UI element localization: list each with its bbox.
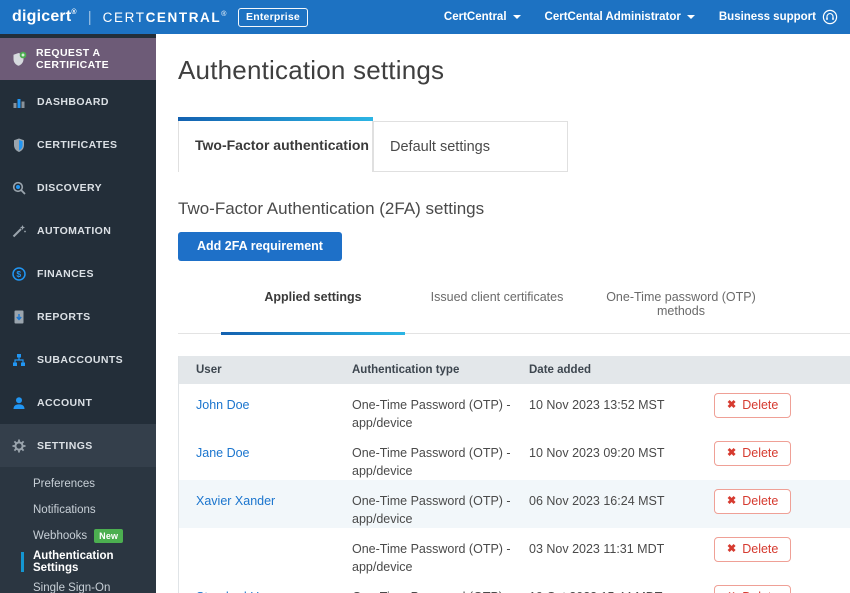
subtabs: Applied settings Issued client certifica…: [178, 290, 850, 334]
tab-two-factor-authentication[interactable]: Two-Factor authentication: [178, 117, 373, 172]
person-icon: [11, 395, 27, 411]
subtab-applied-settings[interactable]: Applied settings: [221, 290, 405, 333]
digicert-logo[interactable]: digicert® | CERTCENTRAL® Enterprise: [12, 8, 308, 27]
delete-button[interactable]: ✖Delete: [714, 441, 791, 466]
sidebar-item-label: REQUEST A CERTIFICATE: [36, 47, 156, 71]
main-content: Authentication settings Two-Factor authe…: [156, 34, 850, 593]
submenu-item-preferences[interactable]: Preferences: [0, 471, 156, 497]
user-link[interactable]: Xavier Xander: [196, 494, 275, 508]
x-icon: ✖: [727, 496, 736, 507]
date-added-cell: 06 Nov 2023 16:24 MST: [529, 480, 697, 510]
authentication-type-cell: One-Time Password (OTP) -app/device: [352, 528, 529, 576]
subtab-otp-methods[interactable]: One-Time password (OTP) methods: [589, 290, 773, 333]
submenu-item-single-sign-on[interactable]: Single Sign-On: [0, 575, 156, 593]
sidebar-item-label: DASHBOARD: [37, 96, 109, 108]
magnifier-icon: [11, 180, 27, 196]
authentication-type-cell: One-Time Password (OTP) -app/device: [352, 480, 529, 528]
dollar-circle-icon: $: [11, 266, 27, 282]
submenu-item-authentication-settings[interactable]: Authentication Settings: [0, 549, 156, 575]
tab-default-settings[interactable]: Default settings: [373, 121, 568, 172]
table-row: Standard User One-Time Password (OTP) -a…: [179, 576, 850, 593]
sidebar-item-automation[interactable]: AUTOMATION: [0, 209, 156, 252]
sidebar-item-finances[interactable]: $ FINANCES: [0, 252, 156, 295]
org-chart-icon: [11, 352, 27, 368]
user-link[interactable]: Jane Doe: [196, 446, 250, 460]
sidebar-item-label: FINANCES: [37, 268, 94, 280]
sidebar-item-account[interactable]: ACCOUNT: [0, 381, 156, 424]
subtab-issued-client-certificates[interactable]: Issued client certificates: [405, 290, 589, 333]
date-added-cell: 19 Oct 2023 15:44 MDT: [529, 576, 697, 593]
sidebar-item-discovery[interactable]: DISCOVERY: [0, 166, 156, 209]
user-link[interactable]: John Doe: [196, 398, 250, 412]
authentication-type-cell: One-Time Password (OTP) -app/device: [352, 576, 529, 593]
authentication-type-cell: One-Time Password (OTP) -app/device: [352, 384, 529, 432]
digicert-brand-text: digicert®: [12, 8, 77, 26]
table-row: One-Time Password (OTP) -app/device 03 N…: [179, 528, 850, 576]
enterprise-badge: Enterprise: [238, 8, 308, 27]
table-row: Jane Doe One-Time Password (OTP) -app/de…: [179, 432, 850, 480]
sidebar-item-label: CERTIFICATES: [37, 139, 117, 151]
registered-mark: ®: [71, 9, 76, 16]
sidebar-item-label: DISCOVERY: [37, 182, 102, 194]
x-icon: ✖: [727, 448, 736, 459]
submenu-item-notifications[interactable]: Notifications: [0, 497, 156, 523]
delete-button[interactable]: ✖Delete: [714, 585, 791, 593]
date-added-cell: 10 Nov 2023 13:52 MST: [529, 384, 697, 414]
shield-plus-icon: [11, 51, 27, 67]
administrator-menu[interactable]: CertCental Administrator: [545, 11, 695, 23]
certcentral-menu[interactable]: CertCentral: [444, 11, 521, 23]
sidebar-item-label: ACCOUNT: [37, 397, 92, 409]
date-added-cell: 10 Nov 2023 09:20 MST: [529, 432, 697, 462]
support-agent-icon: [822, 9, 838, 25]
sidebar-item-settings[interactable]: SETTINGS: [0, 424, 156, 467]
gear-icon: [11, 438, 27, 454]
sidebar: REQUEST A CERTIFICATE DASHBOARD CERTIFIC…: [0, 34, 156, 593]
page-title: Authentication settings: [178, 55, 850, 86]
top-tabs: Two-Factor authentication Default settin…: [178, 117, 850, 172]
x-icon: ✖: [727, 400, 736, 411]
section-heading-2fa-settings: Two-Factor Authentication (2FA) settings: [178, 199, 850, 219]
header-nav: CertCentral CertCental Administrator Bus…: [444, 9, 838, 25]
table-header-row: User Authentication type Date added: [179, 356, 850, 384]
submenu-item-webhooks[interactable]: Webhooks New: [0, 523, 156, 549]
logo-divider: |: [88, 9, 92, 26]
certcentral-page: digicert® | CERTCENTRAL® Enterprise Cert…: [0, 0, 850, 593]
sidebar-item-subaccounts[interactable]: SUBACCOUNTS: [0, 338, 156, 381]
new-badge: New: [94, 529, 123, 543]
sidebar-item-label: AUTOMATION: [37, 225, 111, 237]
svg-text:$: $: [16, 269, 21, 279]
table-row: Xavier Xander One-Time Password (OTP) -a…: [179, 480, 850, 528]
bar-chart-icon: [11, 94, 27, 110]
sidebar-item-label: REPORTS: [37, 311, 91, 323]
delete-button[interactable]: ✖Delete: [714, 393, 791, 418]
table-row: John Doe One-Time Password (OTP) -app/de…: [179, 384, 850, 432]
sidebar-item-reports[interactable]: REPORTS: [0, 295, 156, 338]
top-header-bar: digicert® | CERTCENTRAL® Enterprise Cert…: [0, 0, 850, 34]
column-header-user: User: [179, 364, 352, 376]
sidebar-item-label: SETTINGS: [37, 440, 93, 452]
sidebar-item-label: SUBACCOUNTS: [37, 354, 123, 366]
settings-submenu: Preferences Notifications Webhooks New A…: [0, 467, 156, 593]
add-2fa-requirement-button[interactable]: Add 2FA requirement: [178, 232, 342, 261]
column-header-date-added: Date added: [529, 364, 697, 376]
wand-icon: [11, 223, 27, 239]
column-header-authentication-type: Authentication type: [352, 364, 529, 376]
delete-button[interactable]: ✖Delete: [714, 537, 791, 562]
sidebar-item-certificates[interactable]: CERTIFICATES: [0, 123, 156, 166]
date-added-cell: 03 Nov 2023 11:31 MDT: [529, 528, 697, 558]
report-icon: [11, 309, 27, 325]
shield-icon: [11, 137, 27, 153]
authentication-type-cell: One-Time Password (OTP) -app/device: [352, 432, 529, 480]
registered-mark: ®: [221, 11, 228, 18]
sidebar-item-request-certificate[interactable]: REQUEST A CERTIFICATE: [0, 38, 156, 80]
certcentral-product-text: CERTCENTRAL®: [103, 10, 228, 25]
chevron-down-icon: [513, 15, 521, 19]
sidebar-item-dashboard[interactable]: DASHBOARD: [0, 80, 156, 123]
chevron-down-icon: [687, 15, 695, 19]
delete-button[interactable]: ✖Delete: [714, 489, 791, 514]
x-icon: ✖: [727, 544, 736, 555]
applied-settings-table: User Authentication type Date added John…: [178, 356, 850, 593]
business-support-link[interactable]: Business support: [719, 9, 838, 25]
